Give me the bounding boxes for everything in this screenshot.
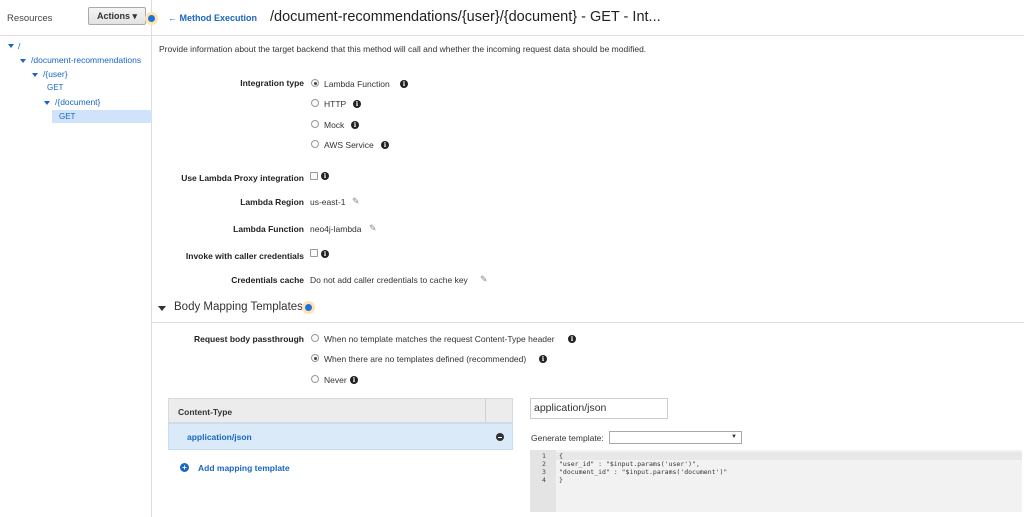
chevron-down-icon: ▼ [731, 434, 737, 440]
invoke-credentials-checkbox[interactable] [310, 249, 318, 257]
tree-item-user[interactable]: /{user} [43, 69, 68, 79]
lambda-region-label: Lambda Region [240, 197, 304, 207]
info-icon[interactable]: i [351, 121, 359, 129]
code-line: "document_id" : "$input.params('document… [559, 468, 728, 476]
info-icon[interactable]: i [381, 141, 389, 149]
radio-mock[interactable] [311, 120, 319, 128]
pencil-icon[interactable]: ✎ [352, 196, 360, 207]
pencil-icon[interactable]: ✎ [369, 223, 377, 234]
template-code-editor[interactable]: 1 { 2 "user_id" : "$input.params('user')… [530, 450, 1022, 512]
page-title: /document-recommendations/{user}/{docume… [270, 9, 661, 25]
content-type-table: Content-Type application/json [168, 398, 513, 454]
code-line: { [559, 452, 563, 460]
info-icon[interactable]: i [353, 100, 361, 108]
section-divider [152, 322, 1024, 323]
tree-item-root[interactable]: / [18, 41, 20, 51]
lambda-region-value: us-east-1 [310, 197, 346, 207]
code-line: } [559, 476, 563, 484]
info-icon[interactable]: i [321, 172, 329, 180]
tree-item-document-recommendations[interactable]: /document-recommendations [31, 55, 141, 65]
method-execution-label: Method Execution [179, 13, 258, 23]
method-execution-link[interactable]: ← Method Execution [168, 13, 257, 23]
option-lambda-function: Lambda Function [324, 79, 390, 89]
back-arrow-icon: ← [168, 13, 180, 23]
active-line-highlight [556, 452, 1022, 460]
header-divider [485, 399, 486, 423]
caret-down-icon[interactable] [32, 73, 38, 77]
option-passthrough-never: Never [324, 375, 347, 385]
actions-button[interactable]: Actions ▾ [88, 7, 146, 25]
radio-passthrough-no-match[interactable] [311, 334, 319, 342]
caret-down-icon[interactable] [20, 59, 26, 63]
radio-http[interactable] [311, 99, 319, 107]
info-icon[interactable]: i [321, 250, 329, 258]
content-type-table-header: Content-Type [168, 398, 513, 423]
lambda-function-label: Lambda Function [233, 224, 304, 234]
line-number: 3 [542, 468, 546, 476]
caret-down-icon[interactable] [158, 306, 166, 311]
proxy-integration-checkbox[interactable] [310, 172, 318, 180]
caret-down-icon[interactable] [8, 44, 14, 48]
table-row[interactable]: application/json [168, 423, 513, 450]
option-http: HTTP [324, 99, 347, 109]
caret-down-icon[interactable] [44, 101, 50, 105]
line-number: 1 [542, 452, 546, 460]
code-line: "user_id" : "$input.params('user')", [559, 460, 700, 468]
proxy-integration-label: Use Lambda Proxy integration [181, 173, 304, 183]
add-mapping-template-link[interactable]: Add mapping template [198, 463, 290, 473]
hint-dot-icon[interactable] [302, 301, 315, 314]
credentials-cache-label: Credentials cache [231, 275, 304, 285]
info-icon[interactable]: i [568, 335, 576, 343]
option-mock: Mock [324, 120, 345, 130]
sidebar-header: Resources Actions ▾ [0, 0, 152, 36]
line-number: 4 [542, 476, 546, 484]
actions-button-label: Actions [96, 11, 130, 21]
tree-item-document[interactable]: /{document} [55, 97, 100, 107]
radio-passthrough-no-templates[interactable] [311, 354, 319, 362]
integration-type-label: Integration type [240, 78, 304, 88]
content-type-row-label: application/json [187, 432, 252, 442]
credentials-cache-value: Do not add caller credentials to cache k… [310, 275, 468, 285]
info-icon[interactable]: i [400, 80, 408, 88]
tree-item-user-get[interactable]: GET [47, 83, 63, 92]
tree-item-document-get[interactable]: GET [59, 112, 75, 121]
lambda-function-value: neo4j-lambda [310, 224, 362, 234]
minus-circle-icon[interactable] [496, 433, 504, 441]
content-type-input[interactable]: application/json [530, 398, 668, 419]
info-icon[interactable]: i [350, 376, 358, 384]
info-icon[interactable]: i [539, 355, 547, 363]
option-passthrough-no-templates: When there are no templates defined (rec… [324, 354, 527, 364]
page-description: Provide information about the target bac… [159, 44, 647, 54]
generate-template-select[interactable]: ▼ [609, 431, 742, 444]
plus-circle-icon[interactable]: + [180, 463, 189, 472]
resources-sidebar: Resources Actions ▾ / /document-recommen… [0, 0, 152, 517]
radio-aws-service[interactable] [311, 140, 319, 148]
pencil-icon[interactable]: ✎ [480, 274, 488, 285]
generate-template-label: Generate template: [531, 433, 604, 443]
sidebar-title: Resources [7, 13, 53, 24]
radio-passthrough-never[interactable] [311, 375, 319, 383]
passthrough-label: Request body passthrough [193, 334, 304, 344]
line-number: 2 [542, 460, 546, 468]
invoke-credentials-label: Invoke with caller credentials [185, 251, 304, 261]
radio-lambda-function[interactable] [311, 79, 319, 87]
option-passthrough-no-match: When no template matches the request Con… [324, 334, 555, 344]
content-type-column-header: Content-Type [178, 407, 233, 417]
option-aws-service: AWS Service [324, 140, 374, 150]
body-mapping-section-title[interactable]: Body Mapping Templates [174, 301, 303, 313]
chevron-down-icon: ▾ [132, 11, 138, 21]
